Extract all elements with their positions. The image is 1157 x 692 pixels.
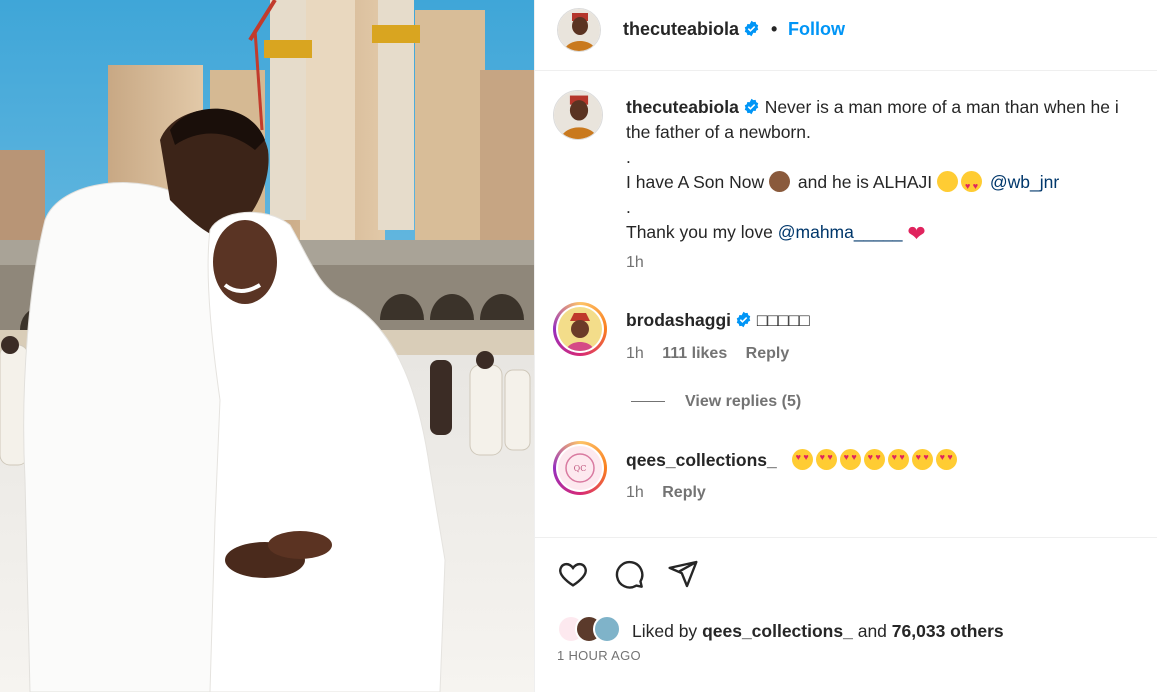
mention-wb-jnr[interactable]: @wb_jnr — [990, 172, 1059, 192]
verified-badge-icon — [744, 20, 759, 37]
comment-likes[interactable]: 111 likes — [662, 345, 727, 362]
comment-text-line: qees_collections_ — [626, 449, 960, 471]
mention-mahma[interactable]: @mahma_____ — [778, 222, 903, 242]
caption-line-5: . — [626, 197, 631, 217]
author-avatar-image — [558, 9, 600, 51]
post-image — [0, 0, 534, 692]
view-replies-label[interactable]: View replies (5) — [685, 393, 801, 410]
author-avatar[interactable] — [557, 8, 601, 52]
heart-eyes-emoji-row — [791, 449, 960, 470]
share-icon[interactable] — [667, 558, 699, 590]
comment-icon[interactable] — [613, 558, 645, 590]
commenter-avatar[interactable]: QC — [553, 441, 607, 495]
view-replies-divider — [631, 401, 665, 403]
heart-icon[interactable] — [557, 558, 589, 590]
view-replies-button[interactable]: View replies (5) — [631, 393, 801, 411]
liker-avatar — [593, 615, 621, 643]
heart-eyes-emoji-icon — [791, 449, 813, 470]
caption-line-2: the father of a newborn. — [626, 122, 811, 142]
follow-button[interactable]: Follow — [788, 19, 845, 40]
comment-time[interactable]: 1h — [626, 345, 644, 362]
post-actions: Liked by qees_collections_ and 76,033 ot… — [535, 537, 1157, 692]
commenter-username[interactable]: qees_collections_ — [626, 450, 777, 470]
caption-author-avatar[interactable] — [553, 90, 603, 140]
post-photo[interactable] — [0, 0, 534, 692]
liked-by-and: and — [857, 621, 887, 641]
comment-text: □□□□□ — [756, 310, 810, 330]
caption-username[interactable]: thecuteabiola — [626, 97, 739, 117]
caption-line-6: Thank you my love @mahma_____ ❤ — [626, 220, 1157, 246]
heart-eyes-emoji-icon — [839, 449, 861, 470]
heart-eyes-emoji-icon — [887, 449, 909, 470]
heart-eyes-emoji-icon — [863, 449, 885, 470]
comment-meta: 1h 111 likes Reply — [626, 345, 803, 363]
comment-time[interactable]: 1h — [626, 484, 644, 501]
caption-line-6-text: Thank you my love — [626, 222, 773, 242]
see-no-evil-monkey-emoji-icon — [769, 171, 791, 192]
caption-line-4-text-a: I have A Son Now — [626, 172, 765, 192]
verified-badge-icon — [744, 98, 759, 115]
liker-username[interactable]: qees_collections_ — [702, 621, 853, 641]
author-username-text[interactable]: thecuteabiola — [623, 19, 739, 39]
author-username[interactable]: thecuteabiola — [623, 19, 760, 40]
smiling-face-with-hearts-emoji-icon — [937, 171, 959, 192]
caption-text: thecuteabiola Never is a man more of a m… — [626, 95, 1157, 275]
comment-reply-button[interactable]: Reply — [662, 484, 706, 501]
commenter-avatar-image: QC — [558, 446, 602, 490]
liker-avatars[interactable] — [557, 613, 629, 645]
red-heart-emoji-icon: ❤ — [907, 221, 926, 246]
commenter-avatar-image — [558, 307, 602, 351]
heart-eyes-emoji-icon — [911, 449, 933, 470]
post-timestamp[interactable]: 1 HOUR AGO — [557, 648, 641, 663]
commenter-avatar[interactable] — [553, 302, 607, 356]
heart-eyes-emoji-icon — [935, 449, 957, 470]
svg-text:QC: QC — [574, 464, 587, 473]
caption-line-3: . — [626, 147, 631, 167]
heart-eyes-emoji-icon — [815, 449, 837, 470]
liked-by-label: Liked by — [632, 621, 698, 641]
caption-line-1: Never is a man more of a man than when h… — [764, 97, 1119, 117]
likes-count-link[interactable]: 76,033 others — [892, 621, 1004, 641]
liked-by-text: Liked by qees_collections_ and 76,033 ot… — [632, 621, 1004, 642]
heart-eyes-emoji-icon — [961, 171, 983, 199]
comment-meta: 1h Reply — [626, 484, 720, 502]
caption-line-4: I have A Son Now and he is ALHAJI @wb_jn… — [626, 170, 1157, 199]
header-separator-dot: • — [771, 19, 778, 39]
post-header: thecuteabiola • Follow — [535, 0, 1157, 71]
commenter-username[interactable]: brodashaggi — [626, 310, 731, 330]
caption-avatar-image — [554, 91, 602, 139]
comment-text-line: brodashaggi □□□□□ — [626, 310, 810, 331]
comment-reply-button[interactable]: Reply — [746, 345, 790, 362]
post-modal: thecuteabiola • Follow thecuteabiola Nev… — [0, 0, 1157, 692]
verified-badge-icon — [736, 311, 751, 328]
caption-time[interactable]: 1h — [626, 250, 1157, 275]
caption-line-4-text-b: and he is ALHAJI — [797, 172, 933, 192]
post-sidebar: thecuteabiola • Follow thecuteabiola Nev… — [534, 0, 1157, 692]
